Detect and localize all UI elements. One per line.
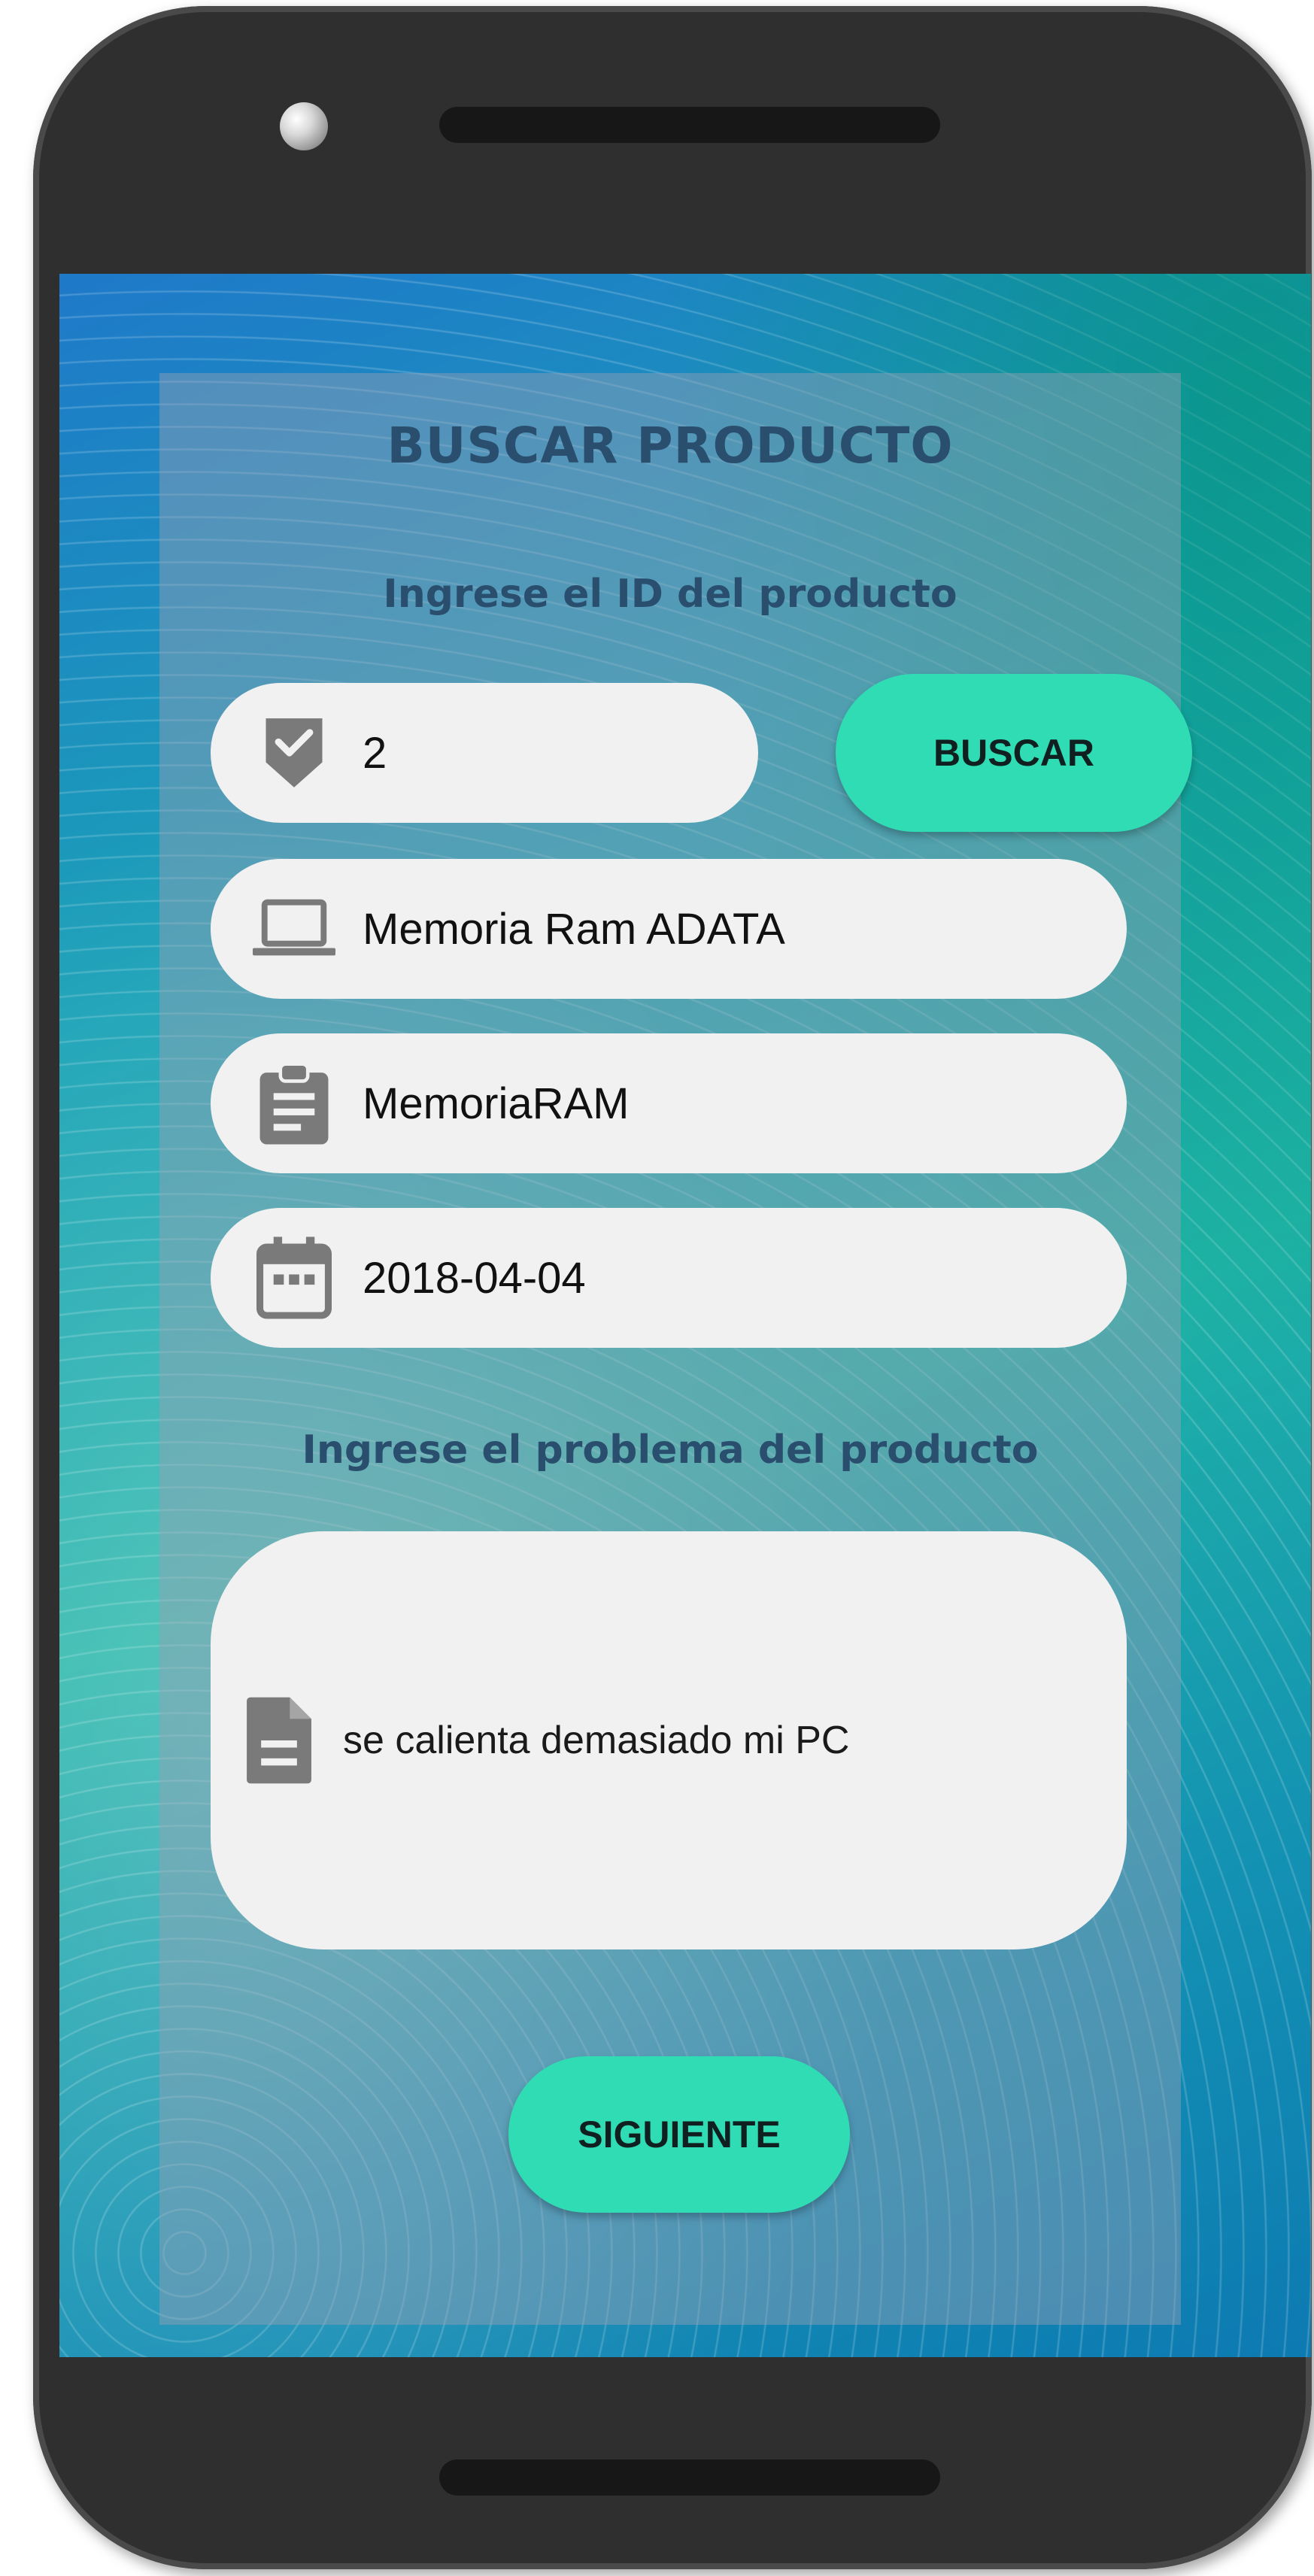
next-button[interactable]: SIGUIENTE xyxy=(508,2056,850,2213)
search-button[interactable]: BUSCAR xyxy=(836,674,1192,832)
id-prompt: Ingrese el ID del producto xyxy=(383,572,957,617)
speaker-grille xyxy=(439,107,940,143)
page-title: BUSCAR PRODUCTO xyxy=(387,417,954,475)
form-panel: BUSCAR PRODUCTO Ingrese el ID del produc… xyxy=(159,373,1192,2325)
product-name-value: Memoria Ram ADATA xyxy=(363,904,785,954)
laptop-icon xyxy=(253,887,335,970)
calendar-icon xyxy=(253,1236,335,1319)
product-name-field[interactable]: Memoria Ram ADATA xyxy=(211,859,1127,999)
problem-value: se calienta demasiado mi PC xyxy=(343,1719,850,1762)
product-id-field[interactable]: 2 xyxy=(211,683,758,823)
category-field[interactable]: MemoriaRAM xyxy=(211,1033,1127,1173)
home-bar xyxy=(439,2459,940,2496)
shield-check-icon xyxy=(253,712,335,794)
date-field[interactable]: 2018-04-04 xyxy=(211,1208,1127,1348)
product-id-value: 2 xyxy=(363,728,387,778)
clipboard-icon xyxy=(253,1062,335,1145)
document-icon xyxy=(238,1692,320,1789)
problem-prompt: Ingrese el problema del producto xyxy=(302,1428,1039,1473)
phone-frame: BUSCAR PRODUCTO Ingrese el ID del produc… xyxy=(33,6,1312,2569)
problem-textarea[interactable]: se calienta demasiado mi PC xyxy=(211,1531,1127,1949)
app-screen: BUSCAR PRODUCTO Ingrese el ID del produc… xyxy=(59,274,1311,2357)
category-value: MemoriaRAM xyxy=(363,1079,630,1128)
date-value: 2018-04-04 xyxy=(363,1253,586,1303)
front-camera xyxy=(280,102,328,150)
